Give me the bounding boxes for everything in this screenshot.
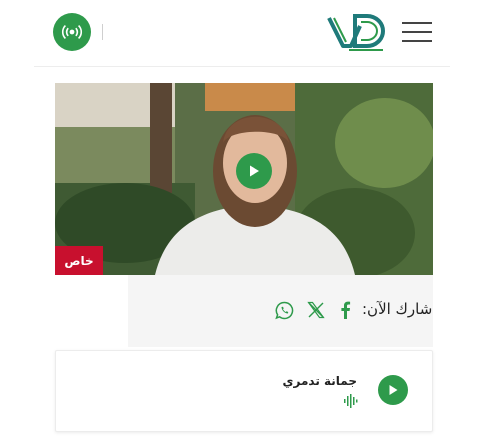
facebook-share-button[interactable] [334,299,356,321]
hamburger-menu-icon [402,22,432,24]
facebook-icon [341,301,351,319]
x-share-button[interactable] [305,299,327,321]
site-logo[interactable] [327,12,385,52]
header-divider [34,66,450,67]
audio-title[interactable]: جمانة تدمري [275,374,358,388]
audio-play-button[interactable] [378,375,408,405]
audio-wave-icon [344,394,358,408]
play-icon [250,165,259,177]
exclusive-badge: خاص [55,246,103,275]
video-play-button[interactable] [236,153,272,189]
radio-broadcast-icon [61,25,83,39]
x-twitter-icon [307,301,325,319]
audio-card[interactable] [55,350,433,432]
live-radio-button[interactable] [53,13,91,51]
whatsapp-share-button[interactable] [273,299,295,321]
header-separator [102,24,103,40]
vd-logo-icon [327,14,385,51]
play-icon [389,385,398,395]
menu-button[interactable] [402,20,432,44]
video-thumbnail[interactable]: خاص [55,83,433,275]
whatsapp-icon [274,301,293,319]
share-label: شارك الآن: [362,300,433,318]
